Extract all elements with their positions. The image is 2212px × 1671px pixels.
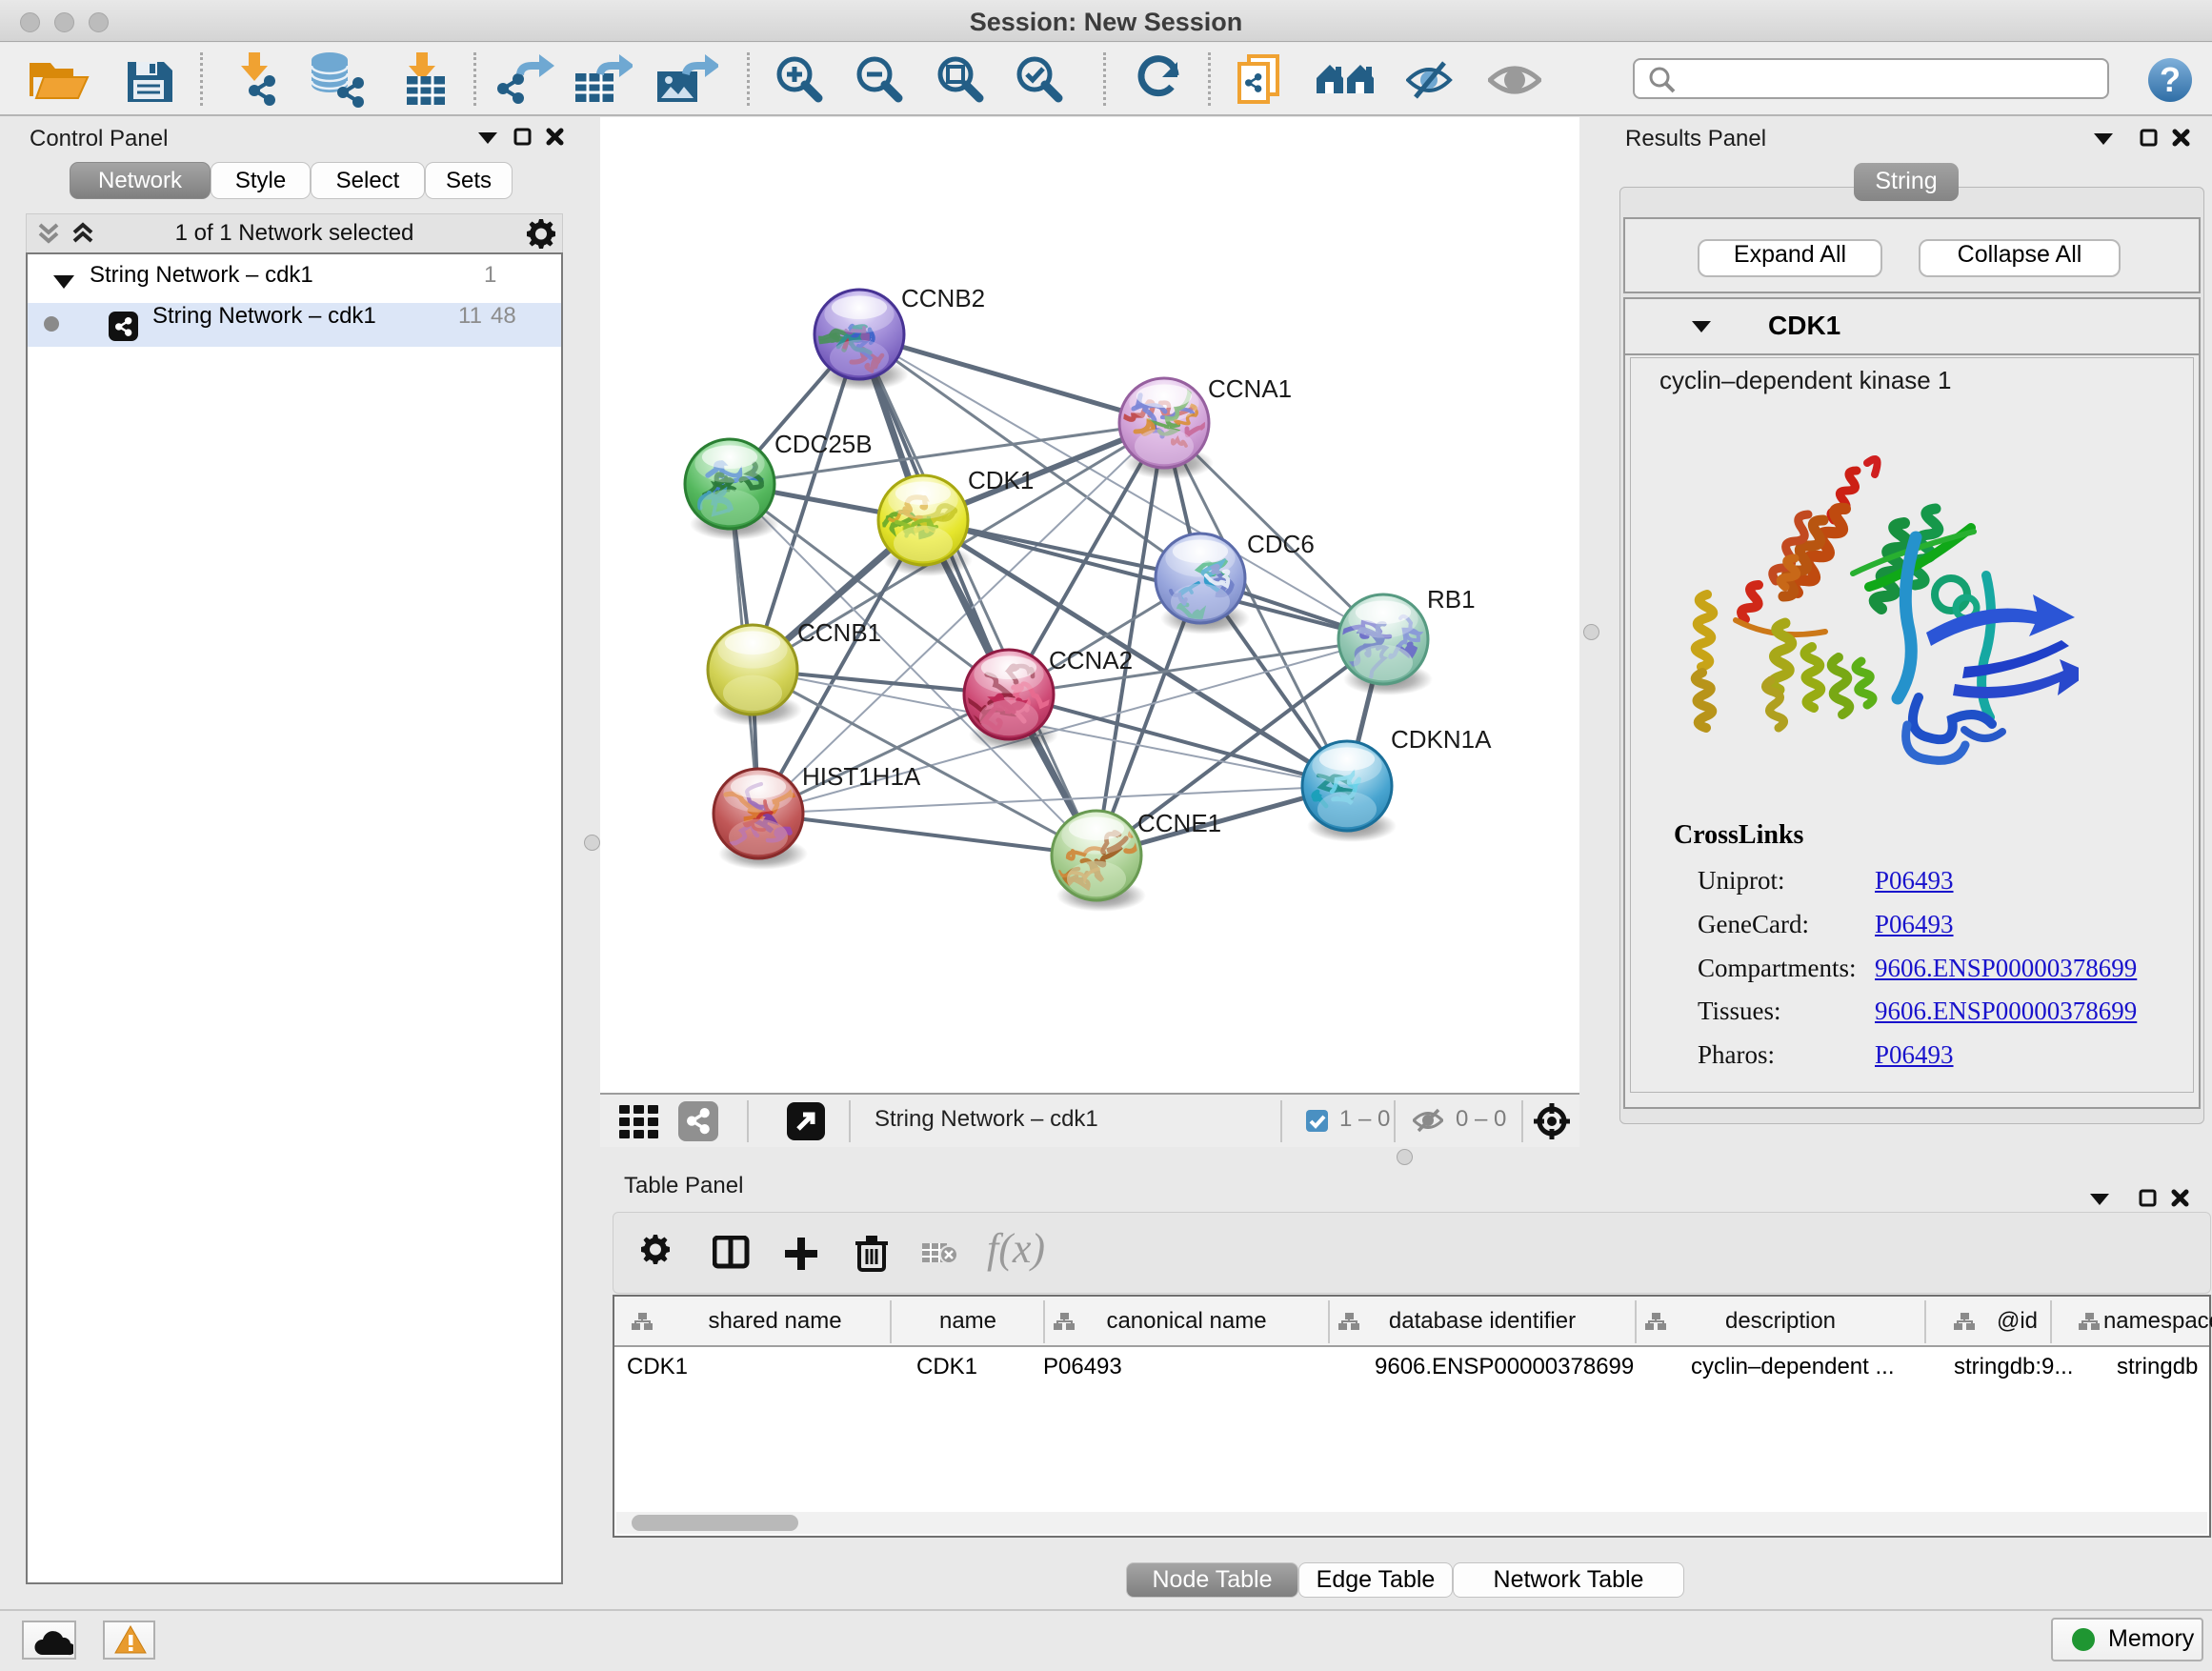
svg-text:CCNB2: CCNB2 [901, 284, 985, 312]
svg-text:CCNA1: CCNA1 [1208, 374, 1292, 403]
svg-text:RB1: RB1 [1427, 585, 1476, 614]
svg-text:CDKN1A: CDKN1A [1391, 725, 1492, 754]
svg-text:CDC6: CDC6 [1247, 530, 1315, 558]
svg-text:CDK1: CDK1 [968, 466, 1034, 494]
svg-text:CDC25B: CDC25B [774, 430, 873, 458]
svg-text:f(x): f(x) [987, 1230, 1045, 1272]
svg-text:HIST1H1A: HIST1H1A [802, 762, 921, 791]
svg-text:CCNA2: CCNA2 [1049, 646, 1133, 674]
svg-text:CCNE1: CCNE1 [1137, 809, 1221, 837]
svg-text:?: ? [2160, 60, 2181, 99]
svg-text:CCNB1: CCNB1 [797, 618, 881, 647]
